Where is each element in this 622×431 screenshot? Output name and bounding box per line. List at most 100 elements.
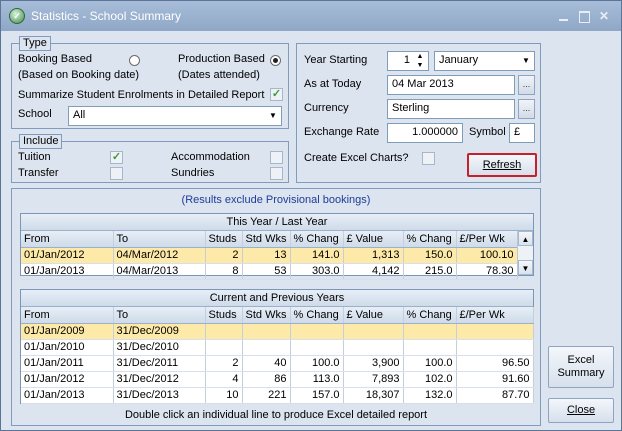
cell: 01/Jan/2009 xyxy=(21,323,114,340)
column-header[interactable]: To xyxy=(113,307,206,324)
production-based-note: (Dates attended) xyxy=(178,69,260,81)
table-row[interactable]: 01/Jan/2013 31/Dec/2013 10 221 157.0 18,… xyxy=(21,387,534,404)
excel-charts-checkbox[interactable] xyxy=(422,152,435,165)
column-header[interactable]: % Chang xyxy=(290,307,344,324)
column-header[interactable]: From xyxy=(21,231,114,248)
table-row[interactable]: 01/Jan/2012 31/Dec/2012 4 86 113.0 7,893… xyxy=(21,371,534,388)
maximize-icon[interactable] xyxy=(577,9,591,23)
cell: 100.0 xyxy=(403,355,457,372)
table1-scrollbar[interactable]: ▲ ▼ xyxy=(517,231,533,275)
cell: 7,893 xyxy=(343,371,404,388)
results-note: (Results exclude Provisional bookings) xyxy=(181,194,371,206)
cell: 40 xyxy=(242,355,291,372)
statistics-window: ✓ Statistics - School Summary ✕ Type Boo… xyxy=(0,0,622,431)
scroll-up-icon[interactable]: ▲ xyxy=(518,231,533,246)
cell xyxy=(403,323,457,340)
table-row[interactable]: 01/Jan/2010 31/Dec/2010 xyxy=(21,339,534,356)
title-bar[interactable]: ✓ Statistics - School Summary ✕ xyxy=(1,1,621,31)
column-header[interactable]: % Chang xyxy=(403,307,457,324)
close-button[interactable]: Close xyxy=(548,398,614,423)
cell: 10 xyxy=(205,387,243,404)
this-year-last-year-grid[interactable]: This Year / Last Year From To Studs Std … xyxy=(20,213,534,280)
close-icon[interactable]: ✕ xyxy=(597,9,611,23)
tuition-checkbox[interactable]: ✓ xyxy=(110,151,123,164)
booking-based-radio[interactable] xyxy=(129,55,140,66)
booking-based-label: Booking Based xyxy=(18,53,92,65)
year-month-value: January xyxy=(439,54,479,66)
cell: 31/Dec/2010 xyxy=(113,339,206,356)
year-month-select[interactable]: January ▼ xyxy=(434,51,535,71)
results-group: (Results exclude Provisional bookings) T… xyxy=(11,188,541,426)
table2-header: From To Studs Std Wks % Chang £ Value % … xyxy=(21,307,534,324)
chevron-down-icon[interactable]: ▼ xyxy=(265,107,281,125)
tuition-label: Tuition xyxy=(18,151,51,163)
sundries-label: Sundries xyxy=(171,167,215,179)
column-header[interactable]: Studs xyxy=(205,307,243,324)
column-header[interactable]: £/Per Wk xyxy=(456,307,534,324)
column-header[interactable]: From xyxy=(21,307,114,324)
year-day-input[interactable]: 1 ▲ ▼ xyxy=(387,51,429,71)
column-header[interactable]: Std Wks xyxy=(242,231,291,248)
excel-summary-button[interactable]: Excel Summary xyxy=(548,346,614,388)
currency-value: Sterling xyxy=(392,102,430,114)
currency-lookup-button[interactable]: ... xyxy=(518,99,535,119)
minimize-icon[interactable] xyxy=(557,9,571,23)
column-header[interactable]: £ Value xyxy=(343,307,404,324)
cell xyxy=(456,323,534,340)
as-at-input[interactable]: 04 Mar 2013 xyxy=(387,75,515,95)
currency-input[interactable]: Sterling xyxy=(387,99,515,119)
cell: 04/Mar/2013 xyxy=(113,263,206,280)
type-group: Type Booking Based (Based on Booking dat… xyxy=(11,36,289,129)
column-header[interactable]: £ Value xyxy=(343,231,404,248)
spinner-icon[interactable]: ▲ ▼ xyxy=(412,52,428,70)
excel-charts-label: Create Excel Charts? xyxy=(304,152,409,164)
cell: 8 xyxy=(205,263,243,280)
table-row[interactable]: 01/Jan/2012 04/Mar/2012 2 13 141.0 1,313… xyxy=(21,247,518,264)
cell: 113.0 xyxy=(290,371,344,388)
column-header[interactable]: Studs xyxy=(205,231,243,248)
cell: 102.0 xyxy=(403,371,457,388)
refresh-button[interactable]: Refresh xyxy=(467,153,537,177)
chevron-down-icon[interactable]: ▼ xyxy=(518,52,534,70)
column-header[interactable]: % Chang xyxy=(403,231,457,248)
school-select[interactable]: All ▼ xyxy=(68,106,282,126)
cell xyxy=(205,323,243,340)
type-legend: Type xyxy=(19,36,51,51)
production-based-radio[interactable] xyxy=(270,55,281,66)
cell: 221 xyxy=(242,387,291,404)
table-row[interactable]: 01/Jan/2011 31/Dec/2011 2 40 100.0 3,900… xyxy=(21,355,534,372)
cell: 141.0 xyxy=(290,247,344,264)
date-picker-button[interactable]: ... xyxy=(518,75,535,95)
summarize-label: Summarize Student Enrolments in Detailed… xyxy=(18,89,265,101)
column-header[interactable]: % Chang xyxy=(290,231,344,248)
cell: 2 xyxy=(205,247,243,264)
sundries-checkbox[interactable] xyxy=(270,167,283,180)
excel-summary-label: Excel Summary xyxy=(557,354,605,379)
table1: From To Studs Std Wks % Chang £ Value % … xyxy=(21,231,518,280)
column-header[interactable]: To xyxy=(113,231,206,248)
table-row[interactable]: 01/Jan/2013 04/Mar/2013 8 53 303.0 4,142… xyxy=(21,263,518,280)
cell: 100.0 xyxy=(290,355,344,372)
column-header[interactable]: Std Wks xyxy=(242,307,291,324)
symbol-input[interactable]: £ xyxy=(509,123,535,143)
include-group: Include Tuition ✓ Accommodation Transfer… xyxy=(11,134,289,183)
cell: 78.30 xyxy=(456,263,518,280)
table-row[interactable]: 01/Jan/2009 31/Dec/2009 xyxy=(21,323,534,340)
cell: 31/Dec/2013 xyxy=(113,387,206,404)
accommodation-checkbox[interactable] xyxy=(270,151,283,164)
scroll-down-icon[interactable]: ▼ xyxy=(518,260,533,275)
exchange-rate-label: Exchange Rate xyxy=(304,126,380,138)
cell xyxy=(242,339,291,356)
year-starting-label: Year Starting xyxy=(304,54,368,66)
cell: 91.60 xyxy=(456,371,534,388)
cell: 2 xyxy=(205,355,243,372)
transfer-checkbox[interactable] xyxy=(110,167,123,180)
cell xyxy=(242,323,291,340)
current-previous-years-grid[interactable]: Current and Previous Years From To Studs… xyxy=(20,289,534,404)
exchange-rate-input[interactable]: 1.000000 xyxy=(387,123,463,143)
cell: 18,307 xyxy=(343,387,404,404)
summarize-checkbox[interactable]: ✓ xyxy=(270,88,283,101)
cell: 4 xyxy=(205,371,243,388)
column-header[interactable]: £/Per Wk xyxy=(456,231,518,248)
year-day-value: 1 xyxy=(403,54,410,66)
